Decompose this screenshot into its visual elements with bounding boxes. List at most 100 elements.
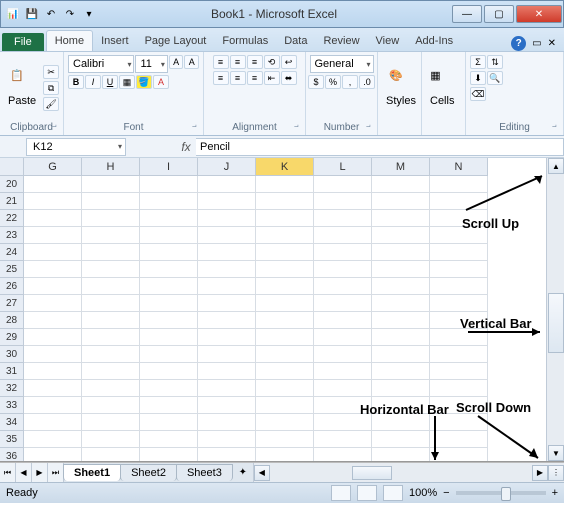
cell[interactable] bbox=[256, 312, 314, 329]
cell[interactable] bbox=[140, 414, 198, 431]
cell[interactable] bbox=[82, 363, 140, 380]
cell[interactable] bbox=[198, 363, 256, 380]
col-header-H[interactable]: H bbox=[82, 158, 140, 176]
cell[interactable] bbox=[314, 295, 372, 312]
col-header-K[interactable]: K bbox=[256, 158, 314, 176]
cell[interactable] bbox=[198, 346, 256, 363]
cell[interactable] bbox=[82, 261, 140, 278]
cell[interactable] bbox=[198, 329, 256, 346]
col-header-M[interactable]: M bbox=[372, 158, 430, 176]
cell[interactable] bbox=[430, 244, 488, 261]
col-header-J[interactable]: J bbox=[198, 158, 256, 176]
redo-icon[interactable]: ↷ bbox=[62, 6, 78, 22]
cell[interactable] bbox=[24, 193, 82, 210]
border-icon[interactable]: ▦ bbox=[119, 75, 135, 89]
cells-button[interactable]: ▦ Cells bbox=[426, 67, 458, 109]
cell[interactable] bbox=[82, 346, 140, 363]
cell[interactable] bbox=[314, 397, 372, 414]
sheet-tab-2[interactable]: Sheet2 bbox=[120, 464, 177, 481]
cell[interactable] bbox=[256, 414, 314, 431]
scroll-up-button[interactable]: ▲ bbox=[548, 158, 564, 174]
cell[interactable] bbox=[314, 261, 372, 278]
cell[interactable] bbox=[24, 431, 82, 448]
cell[interactable] bbox=[372, 261, 430, 278]
cell[interactable] bbox=[24, 278, 82, 295]
zoom-level[interactable]: 100% bbox=[409, 487, 437, 499]
ribbon-minimize-icon[interactable]: ▭ bbox=[532, 38, 541, 49]
font-color-icon[interactable]: A bbox=[153, 75, 169, 89]
cell[interactable] bbox=[82, 431, 140, 448]
cell[interactable] bbox=[198, 448, 256, 462]
cell[interactable] bbox=[256, 448, 314, 462]
row-header-34[interactable]: 34 bbox=[0, 414, 24, 431]
font-size-combo[interactable]: 11 bbox=[135, 55, 167, 73]
row-header-29[interactable]: 29 bbox=[0, 329, 24, 346]
comma-icon[interactable]: , bbox=[342, 75, 358, 89]
cell[interactable] bbox=[24, 210, 82, 227]
cell[interactable] bbox=[24, 244, 82, 261]
align-right-icon[interactable]: ≡ bbox=[247, 71, 263, 85]
sheet-nav-prev[interactable]: ◀ bbox=[16, 463, 32, 482]
name-box[interactable]: K12 bbox=[26, 138, 126, 156]
cell[interactable] bbox=[24, 414, 82, 431]
cell[interactable] bbox=[372, 329, 430, 346]
cell[interactable] bbox=[140, 380, 198, 397]
cell[interactable] bbox=[372, 176, 430, 193]
cell[interactable] bbox=[24, 295, 82, 312]
row-header-36[interactable]: 36 bbox=[0, 448, 24, 462]
cell[interactable] bbox=[430, 448, 488, 462]
cell[interactable] bbox=[24, 363, 82, 380]
merge-center-icon[interactable]: ⬌ bbox=[281, 71, 297, 85]
cell[interactable] bbox=[372, 431, 430, 448]
cell[interactable] bbox=[140, 346, 198, 363]
vertical-scrollbar[interactable]: ▲ ▼ bbox=[546, 158, 564, 461]
cell[interactable] bbox=[82, 193, 140, 210]
cell[interactable] bbox=[372, 363, 430, 380]
find-select-icon[interactable]: 🔍 bbox=[487, 71, 503, 85]
tab-addins[interactable]: Add-Ins bbox=[407, 31, 461, 51]
cell[interactable] bbox=[314, 380, 372, 397]
cell[interactable] bbox=[256, 193, 314, 210]
cell[interactable] bbox=[24, 329, 82, 346]
cell[interactable] bbox=[140, 227, 198, 244]
save-icon[interactable]: 💾 bbox=[24, 6, 40, 22]
cell[interactable] bbox=[24, 346, 82, 363]
cell[interactable] bbox=[140, 431, 198, 448]
increase-decimal-icon[interactable]: .0 bbox=[359, 75, 375, 89]
cell[interactable] bbox=[198, 261, 256, 278]
row-header-26[interactable]: 26 bbox=[0, 278, 24, 295]
autosum-icon[interactable]: Σ bbox=[470, 55, 486, 69]
cell[interactable] bbox=[82, 329, 140, 346]
cell[interactable] bbox=[372, 397, 430, 414]
row-header-35[interactable]: 35 bbox=[0, 431, 24, 448]
cell[interactable] bbox=[372, 193, 430, 210]
font-name-combo[interactable]: Calibri bbox=[68, 55, 134, 73]
cell[interactable] bbox=[256, 227, 314, 244]
cell[interactable] bbox=[82, 448, 140, 462]
cell[interactable] bbox=[314, 227, 372, 244]
horizontal-scroll-thumb[interactable] bbox=[352, 466, 392, 480]
cell[interactable] bbox=[140, 329, 198, 346]
select-all-corner[interactable] bbox=[0, 158, 24, 176]
cell[interactable] bbox=[372, 448, 430, 462]
cell[interactable] bbox=[82, 244, 140, 261]
cell[interactable] bbox=[140, 278, 198, 295]
cell[interactable] bbox=[314, 312, 372, 329]
cell[interactable] bbox=[24, 261, 82, 278]
grow-font-icon[interactable]: A bbox=[169, 55, 184, 69]
cell[interactable] bbox=[140, 193, 198, 210]
qat-dropdown-icon[interactable]: ▾ bbox=[81, 6, 97, 22]
cell[interactable] bbox=[372, 227, 430, 244]
cell[interactable] bbox=[198, 244, 256, 261]
format-painter-icon[interactable]: 🖌 bbox=[43, 97, 59, 111]
cell[interactable] bbox=[314, 431, 372, 448]
cell[interactable] bbox=[430, 295, 488, 312]
col-header-I[interactable]: I bbox=[140, 158, 198, 176]
cell[interactable] bbox=[256, 380, 314, 397]
cell[interactable] bbox=[24, 227, 82, 244]
cell[interactable] bbox=[198, 227, 256, 244]
cell[interactable] bbox=[198, 210, 256, 227]
cell[interactable] bbox=[314, 176, 372, 193]
zoom-in-icon[interactable]: + bbox=[552, 487, 558, 499]
cell[interactable] bbox=[430, 193, 488, 210]
